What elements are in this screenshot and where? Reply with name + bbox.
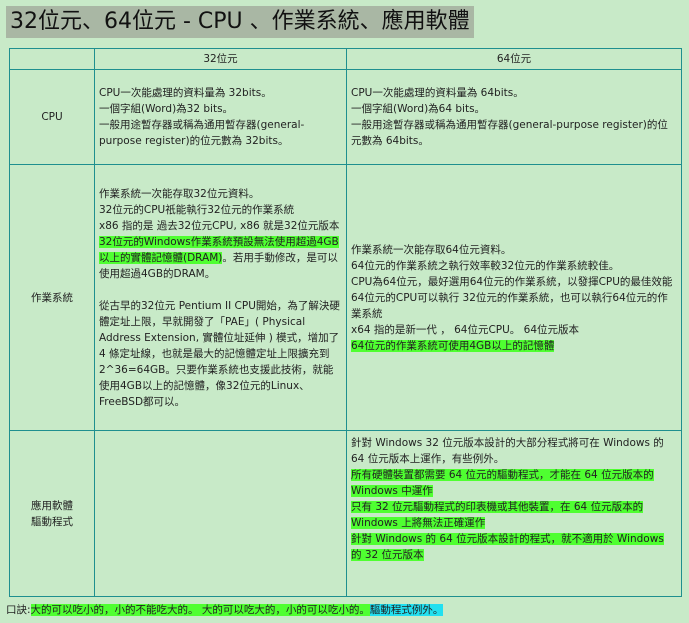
page-title: 32位元、64位元 - CPU 、作業系統、應用軟體 <box>6 6 474 38</box>
table-header-row: 32位元 64位元 <box>9 48 682 70</box>
footer-highlight-2: 大的可以吃大的，小的可以吃小的。 <box>198 604 370 616</box>
apps-64-line-highlight: 只有 32 位元驅動程式的印表機或其他裝置，在 64 位元版本的 Windows… <box>351 499 677 531</box>
os-32bit-cell: 作業系統一次能存取32位元資料。 32位元的CPU祇能執行32位元的作業系統 x… <box>94 164 347 431</box>
header-32bit: 32位元 <box>94 48 347 70</box>
apps-64-highlight: 只有 32 位元驅動程式的印表機或其他裝置，在 64 位元版本的 Windows… <box>351 501 644 529</box>
mnemonic-footer: 口訣:大的可以吃小的，小的不能吃大的。 大的可以吃大的，小的可以吃小的。驅動程式… <box>6 602 444 618</box>
os-64-line: x64 指的是新一代 ， 64位元CPU。 64位元版本 <box>351 323 579 336</box>
table-row-os: 作業系統 作業系統一次能存取32位元資料。 32位元的CPU祇能執行32位元的作… <box>9 164 682 431</box>
apps-64bit-cell: 針對 Windows 32 位元版本設計的大部分程式將可在 Windows 的 … <box>346 430 682 597</box>
os-32-line: 作業系統一次能存取32位元資料。 <box>99 187 260 200</box>
row-label-cpu: CPU <box>9 69 95 165</box>
cpu-32-line: 一般用途暫存器或稱為通用暫存器(general-purpose register… <box>99 119 305 147</box>
row-label-os: 作業系統 <box>9 164 95 431</box>
os-64-line: 作業系統一次能存取64位元資料。 <box>351 243 512 256</box>
os-64-line: 64位元的作業系統之執行效率較32位元的作業系統較佳。 <box>351 259 620 272</box>
apps-64-line-highlight: 針對 Windows 的 64 位元版本設計的程式，就不適用於 Windows … <box>351 531 677 563</box>
row-label-apps-line1: 應用軟體 <box>31 499 73 512</box>
row-label-apps-line2: 驅動程式 <box>31 515 73 528</box>
apps-64-line: 針對 Windows 32 位元版本設計的大部分程式將可在 Windows 的 … <box>351 437 664 465</box>
cpu-32-line: CPU一次能處理的資料量為 32bits。 <box>99 87 272 99</box>
os-64-line: CPU為64位元，最好選用64位元的作業系統，以發揮CPU的最佳效能 <box>351 275 673 288</box>
footer-highlight-3: 驅動程式例外。 <box>369 604 444 616</box>
apps-64-highlight: 針對 Windows 的 64 位元版本設計的程式，就不適用於 Windows … <box>351 533 664 561</box>
header-empty <box>9 48 95 70</box>
os-64-line-highlight: 64位元的作業系統可使用4GB以上的記憶體 <box>351 338 677 354</box>
table-row-cpu: CPU CPU一次能處理的資料量為 32bits。 一個字組(Word)為32 … <box>9 69 682 165</box>
os-64-highlight: 64位元的作業系統可使用4GB以上的記憶體 <box>351 339 555 352</box>
apps-32bit-cell <box>94 430 347 597</box>
footer-highlight-1: 大的可以吃小的，小的不能吃大的。 <box>30 604 199 616</box>
os-64-line: 64位元的CPU可以執行 32位元的作業系統，也可以執行64位元的作業系統 <box>351 291 668 320</box>
footer-prefix: 口訣: <box>6 604 31 616</box>
cpu-32bit-cell: CPU一次能處理的資料量為 32bits。 一個字組(Word)為32 bits… <box>94 69 347 165</box>
comparison-table: 32位元 64位元 CPU CPU一次能處理的資料量為 32bits。 一個字組… <box>9 48 682 597</box>
cpu-32-line: 一個字組(Word)為32 bits。 <box>99 103 234 115</box>
cpu-64bit-cell: CPU一次能處理的資料量為 64bits。 一個字組(Word)為64 bits… <box>346 69 682 165</box>
os-32-paragraph: 32位元的Windows作業系統預設無法使用超過4GB以上的實體記憶體(DRAM… <box>99 234 342 282</box>
table-row-apps: 應用軟體 驅動程式 針對 Windows 32 位元版本設計的大部分程式將可在 … <box>9 430 682 597</box>
os-32-line: 32位元的CPU祇能執行32位元的作業系統 <box>99 203 295 216</box>
os-64bit-cell: 作業系統一次能存取64位元資料。 64位元的作業系統之執行效率較32位元的作業系… <box>346 164 682 431</box>
apps-64-line-highlight: 所有硬體裝置都需要 64 位元的驅動程式，才能在 64 位元版本的 Window… <box>351 467 677 499</box>
os-32-pae-paragraph: 從古早的32位元 Pentium II CPU開始，為了解決硬體定址上限，早就開… <box>99 299 340 408</box>
cpu-64-line: 一般用途暫存器或稱為通用暫存器(general-purpose register… <box>351 119 668 147</box>
apps-64-highlight: 所有硬體裝置都需要 64 位元的驅動程式，才能在 64 位元版本的 Window… <box>351 469 654 497</box>
os-32-line: x86 指的是 過去32位元CPU, x86 就是32位元版本 <box>99 219 340 232</box>
cpu-64-line: 一個字組(Word)為64 bits。 <box>351 103 486 115</box>
header-64bit: 64位元 <box>346 48 682 70</box>
cpu-64-line: CPU一次能處理的資料量為 64bits。 <box>351 87 524 99</box>
row-label-apps: 應用軟體 驅動程式 <box>9 430 95 597</box>
